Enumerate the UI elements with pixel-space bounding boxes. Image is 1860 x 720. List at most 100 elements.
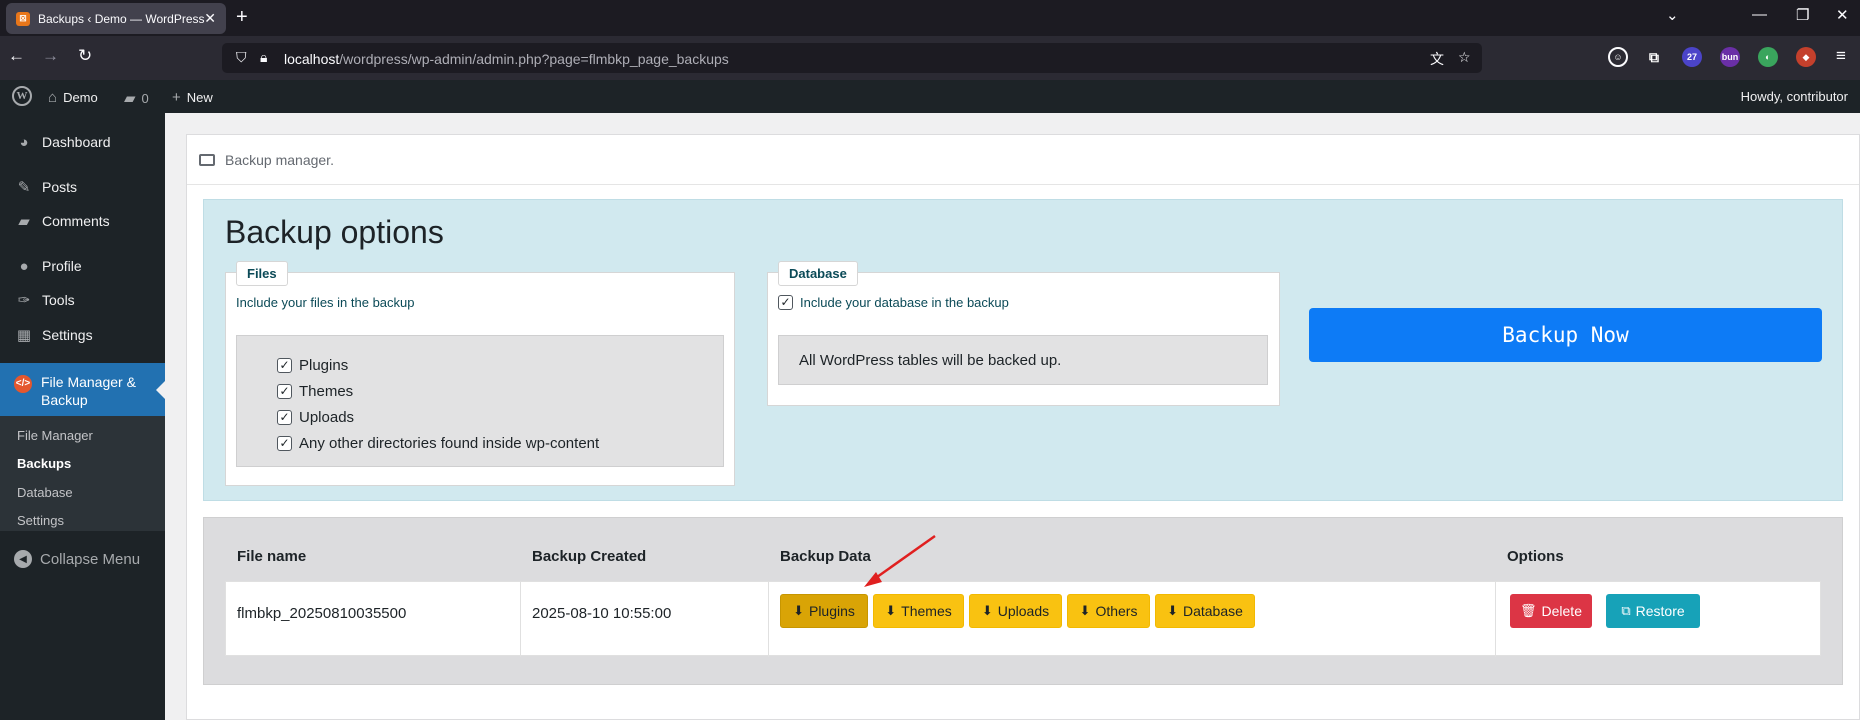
restore-icon[interactable]: ❐ bbox=[1796, 6, 1809, 24]
back-icon[interactable]: ← bbox=[8, 46, 25, 66]
download-plugins-button[interactable]: ⬇ Plugins bbox=[780, 594, 868, 628]
table-row: flmbkp_20250810035500 2025-08-10 10:55:0… bbox=[225, 581, 1821, 657]
uploads-checkbox-row[interactable]: ✓ Uploads bbox=[277, 404, 723, 430]
window-icon bbox=[199, 153, 215, 166]
delete-backup-button[interactable]: 🗑︎ Delete bbox=[1510, 594, 1592, 628]
browser-tab[interactable]: ⊠ Backups ‹ Demo — WordPress ✕ bbox=[6, 3, 226, 34]
lock-icon[interactable]: 🔒︎ bbox=[260, 49, 267, 66]
comment-bubble-icon: ▰ bbox=[124, 90, 136, 107]
download-icon: ⬇ bbox=[885, 603, 897, 618]
extension-bun-icon[interactable]: bun bbox=[1720, 47, 1740, 67]
database-legend: Database bbox=[778, 261, 858, 286]
home-icon: ⌂ bbox=[48, 89, 58, 106]
comments-link[interactable]: ▰ 0 bbox=[124, 89, 149, 107]
files-fieldset: Files Include your files in the backup ✓… bbox=[225, 261, 735, 486]
database-note-box: All WordPress tables will be backed up. bbox=[778, 335, 1268, 385]
submenu-file-manager[interactable]: File Manager bbox=[17, 428, 93, 443]
panel-title: Backup manager. bbox=[225, 151, 334, 168]
wrench-icon: ✑ bbox=[17, 292, 31, 309]
extension-color-icon[interactable]: ◐ bbox=[1758, 47, 1778, 67]
close-window-icon[interactable]: ✕ bbox=[1836, 6, 1849, 24]
files-description: Include your files in the backup bbox=[236, 295, 415, 310]
database-fieldset: Database ✓ Include your database in the … bbox=[767, 261, 1280, 406]
site-name-link[interactable]: ⌂ Demo bbox=[48, 89, 98, 106]
new-content-link[interactable]: + New bbox=[172, 89, 213, 106]
download-icon: ⬇ bbox=[1167, 603, 1178, 618]
user-greeting[interactable]: Howdy, contributor bbox=[1741, 89, 1848, 104]
other-dirs-checkbox[interactable]: ✓ bbox=[277, 435, 292, 451]
other-dirs-checkbox-row[interactable]: ✓ Any other directories found inside wp-… bbox=[277, 430, 723, 456]
extension-fox-icon[interactable]: ◆ bbox=[1796, 47, 1816, 67]
submenu-database[interactable]: Database bbox=[17, 485, 73, 500]
sidebar-item-file-manager-backup[interactable]: </> File Manager & Backup bbox=[0, 363, 165, 416]
admin-sidebar: ◕ Dashboard ✎ Posts ▰ Comments ● Profile… bbox=[0, 113, 165, 720]
file-name-cell: flmbkp_20250810035500 bbox=[237, 605, 407, 622]
cell-divider bbox=[1495, 582, 1496, 657]
plugins-checkbox-row[interactable]: ✓ Plugins bbox=[277, 352, 723, 378]
dashboard-icon: ◕ bbox=[19, 133, 29, 151]
new-tab-icon[interactable]: + bbox=[236, 6, 248, 29]
col-header-backup-created: Backup Created bbox=[532, 548, 647, 565]
database-checkbox[interactable]: ✓ bbox=[778, 294, 793, 310]
cell-divider bbox=[768, 582, 769, 657]
minimize-icon[interactable]: — bbox=[1752, 6, 1767, 23]
wp-admin-bar: W ⌂ Demo ▰ 0 + New Howdy, contributor bbox=[0, 80, 1860, 113]
sidebar-item-comments[interactable]: ▰ Comments bbox=[0, 204, 165, 238]
bookmark-star-icon[interactable]: ☆ bbox=[1458, 49, 1471, 66]
download-others-button[interactable]: ⬇ Others bbox=[1067, 594, 1150, 628]
sidebar-item-settings[interactable]: ▦ Settings bbox=[0, 318, 165, 352]
settings-icon: ▦ bbox=[16, 327, 32, 344]
account-icon[interactable]: ☺ bbox=[1608, 47, 1628, 67]
reload-icon[interactable]: ↻ bbox=[78, 46, 92, 66]
tab-title: Backups ‹ Demo — WordPress bbox=[38, 11, 205, 26]
sidebar-item-dashboard[interactable]: ◕ Dashboard bbox=[0, 125, 165, 159]
files-options-box: ✓ Plugins ✓ Themes ✓ Uploads ✓ Any other… bbox=[236, 335, 724, 467]
plugins-checkbox[interactable]: ✓ bbox=[277, 357, 292, 373]
download-icon: ⬇ bbox=[793, 603, 804, 618]
database-checkbox-row[interactable]: ✓ Include your database in the backup bbox=[778, 289, 1009, 315]
download-database-button[interactable]: ⬇ Database bbox=[1155, 594, 1255, 628]
backup-created-cell: 2025-08-10 10:55:00 bbox=[532, 605, 672, 622]
download-themes-button[interactable]: ⬇ Themes bbox=[873, 594, 964, 628]
sidebar-item-profile[interactable]: ● Profile bbox=[0, 249, 165, 283]
annotation-arrow-icon bbox=[864, 534, 936, 587]
restore-windows-icon: ⧉ bbox=[1621, 603, 1631, 618]
cell-divider bbox=[520, 582, 521, 657]
col-header-options: Options bbox=[1507, 548, 1564, 565]
shield-icon[interactable]: ⛉ bbox=[236, 49, 247, 66]
wordpress-logo-icon[interactable]: W bbox=[12, 86, 32, 106]
collapse-arrow-icon: ◀ bbox=[14, 550, 32, 568]
uploads-checkbox[interactable]: ✓ bbox=[277, 409, 292, 425]
code-icon: </> bbox=[14, 375, 32, 393]
download-icon: ⬇ bbox=[1079, 603, 1091, 618]
active-menu-arrow bbox=[156, 381, 165, 399]
col-header-file-name: File name bbox=[237, 548, 307, 565]
translate-icon[interactable]: 文 bbox=[1430, 49, 1444, 69]
col-header-backup-data: Backup Data bbox=[780, 548, 871, 565]
submenu-backups[interactable]: Backups bbox=[17, 456, 71, 471]
database-note: All WordPress tables will be backed up. bbox=[799, 352, 1062, 369]
backup-options-title: Backup options bbox=[225, 214, 444, 250]
comment-icon: ▰ bbox=[18, 213, 30, 230]
backup-now-button[interactable]: Backup Now bbox=[1309, 308, 1822, 362]
tab-list-chevron-icon[interactable]: ⌄ bbox=[1666, 6, 1679, 24]
pin-icon: ✎ bbox=[17, 179, 31, 196]
extension-badge-icon[interactable]: 27 bbox=[1682, 47, 1702, 67]
close-tab-icon[interactable]: ✕ bbox=[204, 10, 216, 27]
download-uploads-button[interactable]: ⬇ Uploads bbox=[969, 594, 1062, 628]
app-menu-icon[interactable]: ≡ bbox=[1836, 46, 1846, 66]
collapse-menu-button[interactable]: ◀ Collapse Menu bbox=[14, 550, 140, 568]
themes-checkbox-row[interactable]: ✓ Themes bbox=[277, 378, 723, 404]
submenu-settings[interactable]: Settings bbox=[17, 513, 64, 528]
forward-icon[interactable]: → bbox=[42, 46, 59, 66]
trash-icon: 🗑︎ bbox=[1520, 603, 1537, 618]
themes-checkbox[interactable]: ✓ bbox=[277, 383, 292, 399]
backups-table: File name Backup Created Backup Data Opt… bbox=[203, 517, 1843, 685]
sidebar-item-tools[interactable]: ✑ Tools bbox=[0, 283, 165, 317]
restore-backup-button[interactable]: ⧉ Restore bbox=[1606, 594, 1700, 628]
extensions-icon[interactable]: ⧉ bbox=[1644, 47, 1664, 67]
url-text[interactable]: localhost/wordpress/wp-admin/admin.php?p… bbox=[284, 51, 729, 67]
url-bar[interactable]: ⛉ 🔒︎ localhost/wordpress/wp-admin/admin.… bbox=[222, 43, 1482, 73]
sidebar-item-posts[interactable]: ✎ Posts bbox=[0, 170, 165, 204]
download-icon: ⬇ bbox=[981, 603, 993, 618]
